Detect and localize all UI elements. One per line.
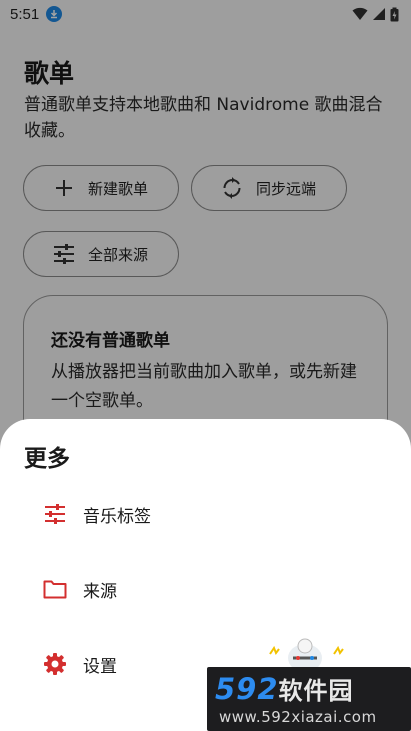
menu-item-sources[interactable]: 来源 <box>0 559 411 619</box>
sheet-title: 更多 <box>24 446 70 472</box>
watermark-url: www.592xiazai.com <box>219 708 377 726</box>
watermark-logo-text: 软件园 <box>278 677 354 705</box>
watermark-banner: 592软件园 www.592xiazai.com <box>207 667 411 731</box>
watermark-logo: 592软件园 <box>215 671 354 706</box>
menu-item-label: 音乐标签 <box>83 506 151 527</box>
folder-icon <box>42 576 68 602</box>
watermark-logo-digits: 592 <box>215 672 279 706</box>
gear-icon <box>42 651 68 677</box>
mascot-logo <box>269 638 344 670</box>
menu-item-music-tags[interactable]: 音乐标签 <box>0 484 411 544</box>
tune-icon <box>42 501 68 527</box>
menu-item-label: 设置 <box>83 656 117 677</box>
menu-item-label: 来源 <box>83 581 117 602</box>
